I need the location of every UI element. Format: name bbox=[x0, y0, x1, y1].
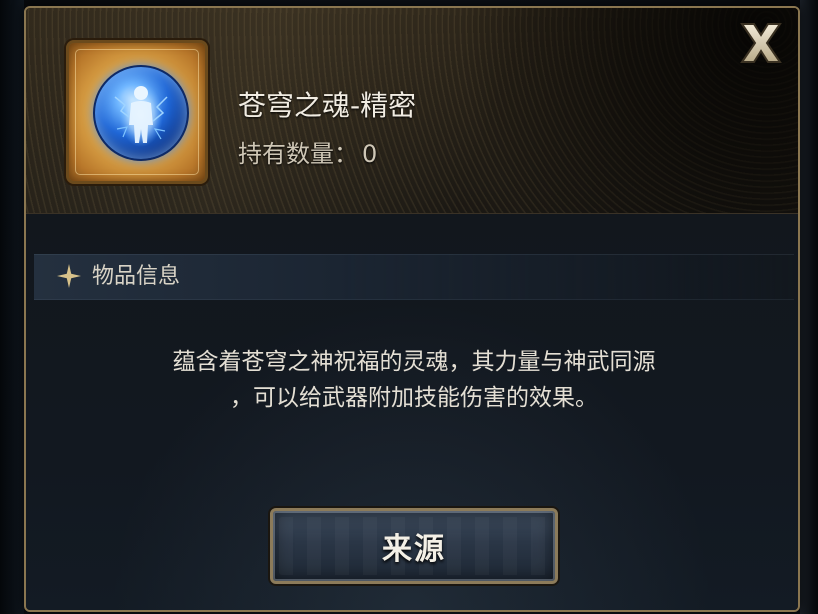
blue-soul-orb-icon bbox=[93, 65, 189, 161]
source-button-label: 来源 bbox=[382, 532, 446, 567]
section-label: 物品信息 bbox=[92, 264, 181, 289]
item-icon-frame bbox=[66, 40, 208, 184]
item-description: 蕴含着苍穹之神祝福的灵魂，其力量与神武同源 ，可以给武器附加技能伤害的效果。 bbox=[26, 344, 798, 416]
item-name: 苍穹之魂-精密 bbox=[238, 89, 417, 122]
background-right bbox=[800, 0, 818, 614]
close-x-icon bbox=[740, 23, 782, 63]
item-info-dialog: 苍穹之魂-精密 持有数量： 0 物品信息 蕴含着苍穹之神祝福的灵魂，其力量与神武… bbox=[24, 6, 800, 612]
sparkle-star-icon bbox=[57, 264, 81, 288]
section-header-item-info: 物品信息 bbox=[34, 254, 794, 300]
dialog-header: 苍穹之魂-精密 持有数量： 0 bbox=[26, 8, 798, 214]
item-count: 持有数量： 0 bbox=[238, 138, 377, 170]
game-screen: 苍穹之魂-精密 持有数量： 0 物品信息 蕴含着苍穹之神祝福的灵魂，其力量与神武… bbox=[0, 0, 818, 614]
description-line-2: ，可以给武器附加技能伤害的效果。 bbox=[230, 385, 598, 411]
source-button[interactable]: 来源 bbox=[270, 508, 558, 584]
item-count-value: 0 bbox=[362, 140, 378, 168]
description-line-1: 蕴含着苍穹之神祝福的灵魂，其力量与神武同源 bbox=[172, 349, 656, 375]
close-button[interactable] bbox=[734, 16, 788, 70]
soul-figure-icon bbox=[114, 83, 168, 147]
background-left bbox=[0, 0, 24, 614]
item-count-label: 持有数量： bbox=[238, 140, 358, 168]
